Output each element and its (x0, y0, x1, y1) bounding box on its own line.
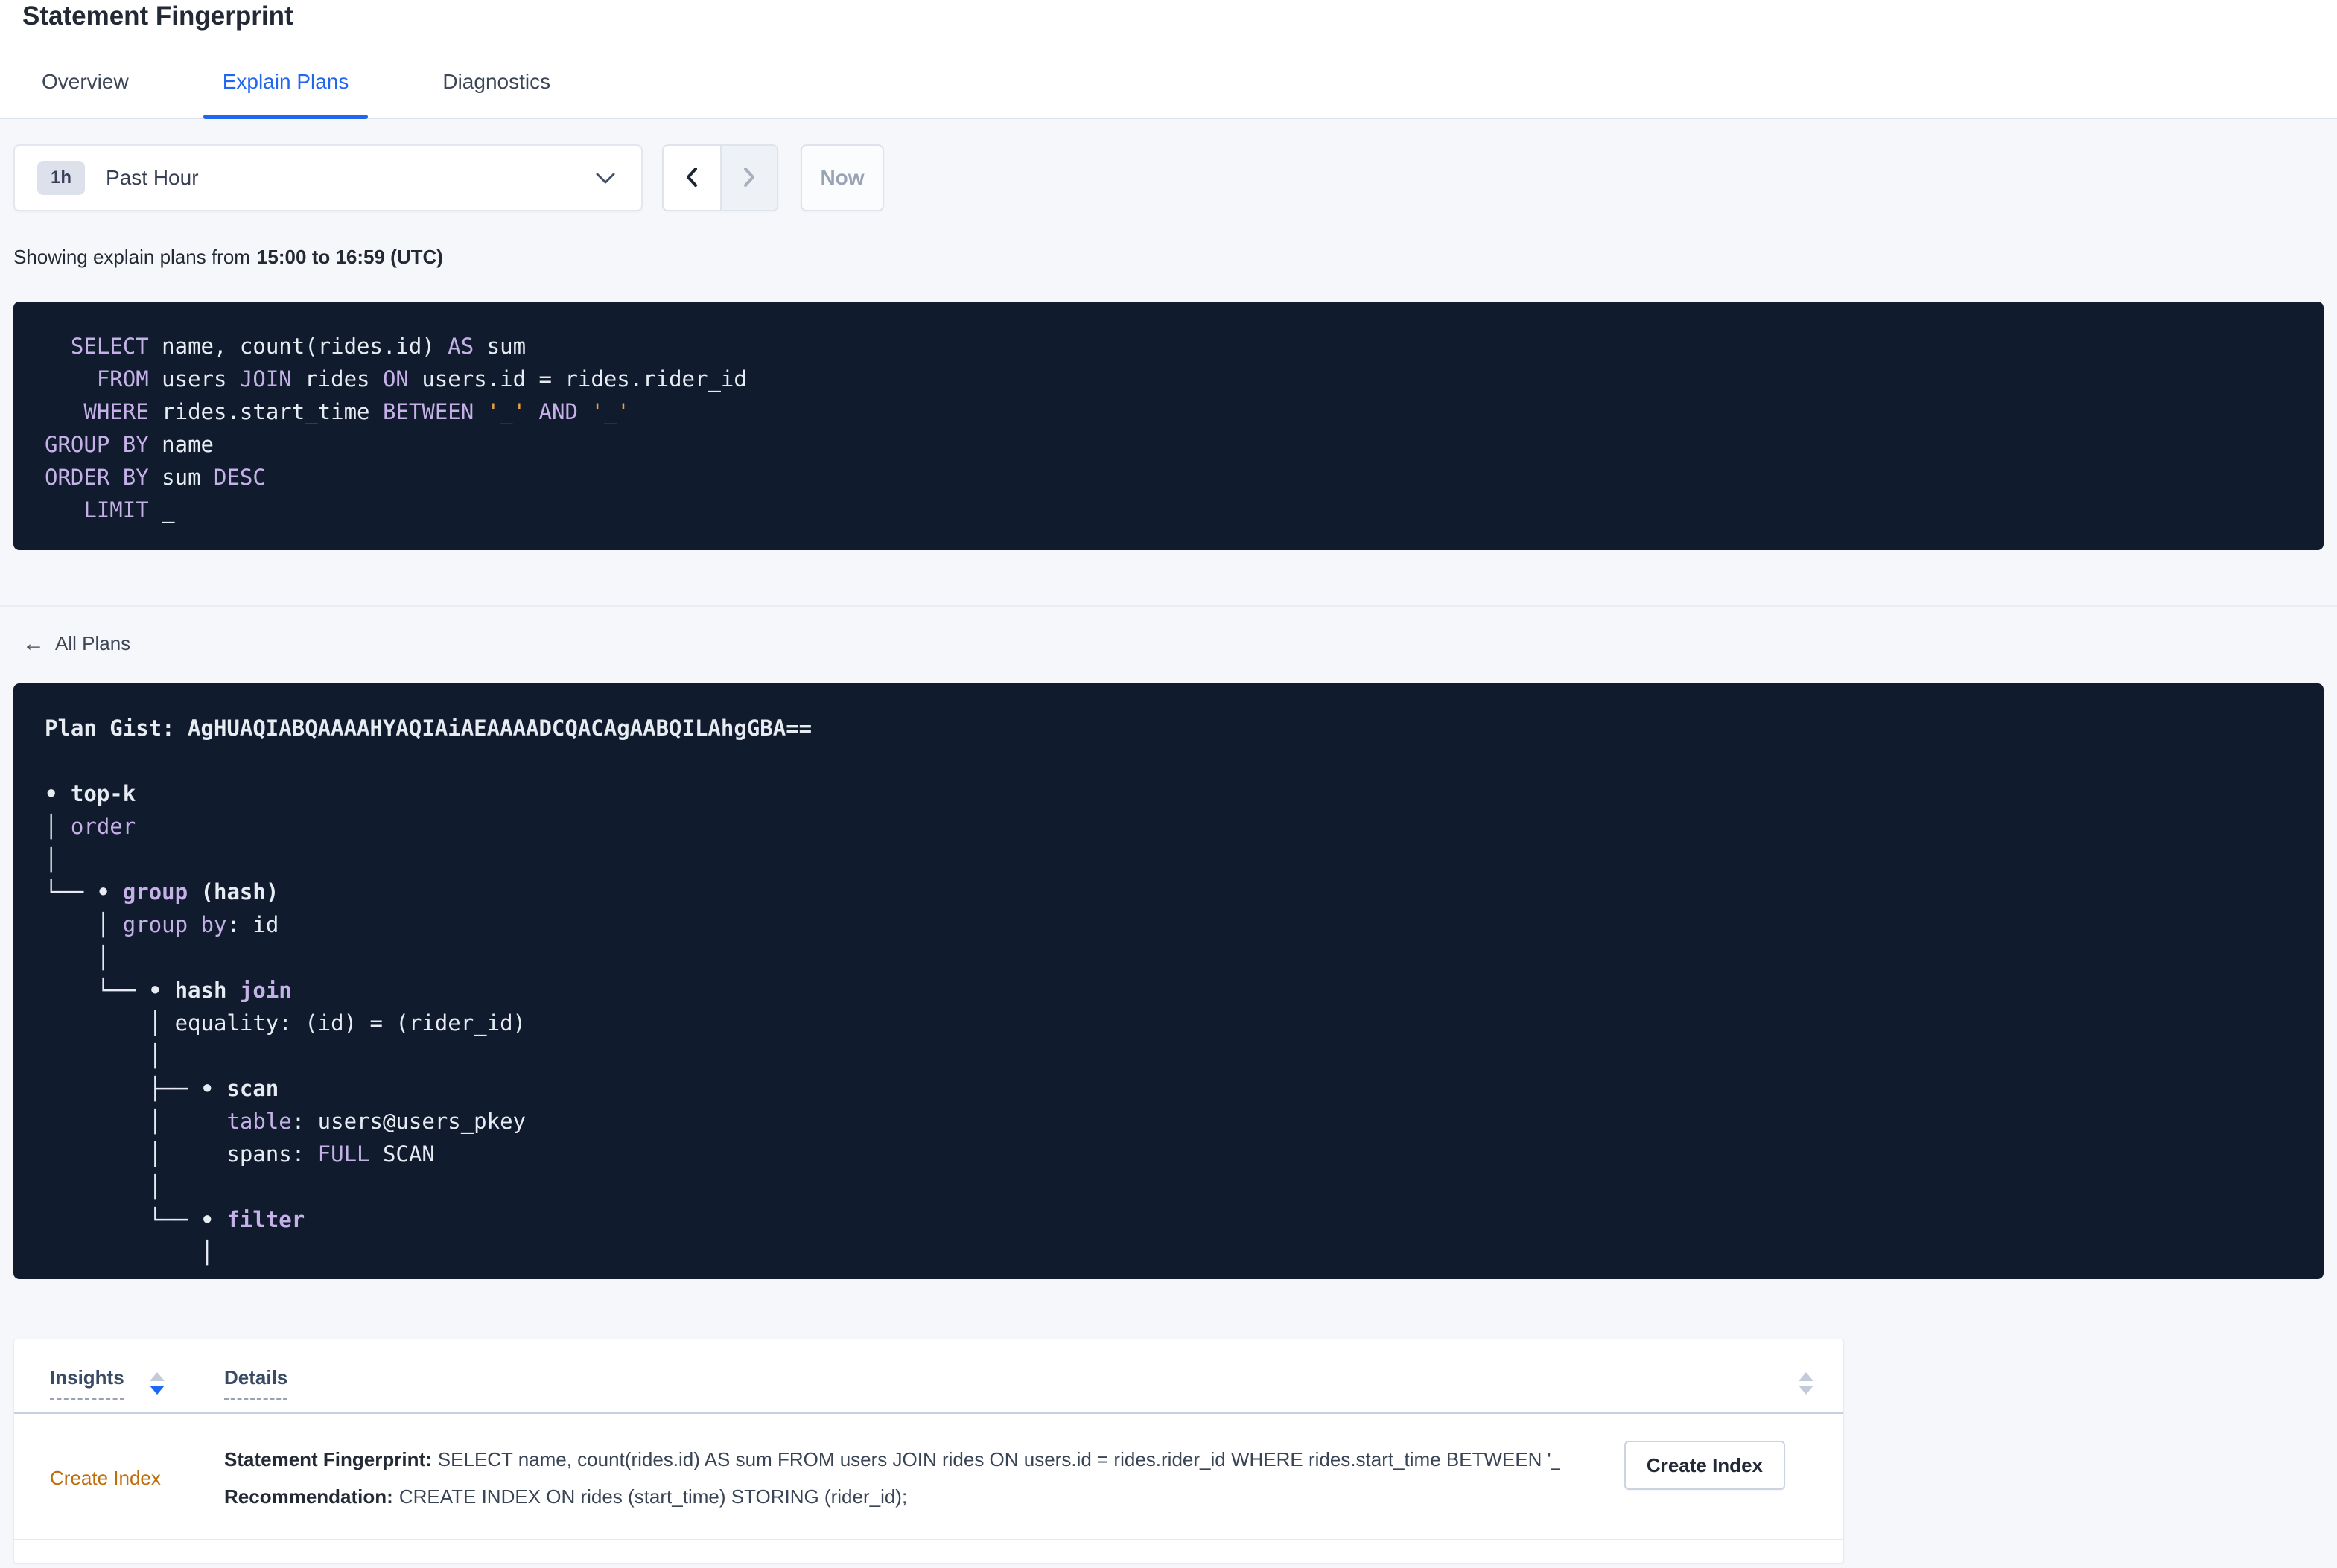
sort-insights-button[interactable] (149, 1372, 165, 1395)
code-line: │ (45, 847, 58, 872)
code-line: │ (45, 1174, 162, 1199)
code-line: GROUP BY name (45, 432, 214, 457)
code-line: └── • group (hash) (45, 879, 279, 905)
code-line: │ (45, 1240, 214, 1265)
statement-fingerprint-line: Statement Fingerprint: SELECT name, count… (224, 1441, 1560, 1478)
plan-code: Plan Gist: AgHUAQIABQAAAAHYAQIAiAEAAAADC… (13, 683, 2324, 1279)
tab-overview[interactable]: Overview (22, 70, 148, 118)
time-range-label: Past Hour (106, 166, 199, 189)
previous-interval-button[interactable] (664, 146, 720, 210)
create-index-button[interactable]: Create Index (1624, 1441, 1785, 1490)
statement-fingerprint-label: Statement Fingerprint: (224, 1448, 432, 1470)
recommendation-text: CREATE INDEX ON rides (start_time) STORI… (398, 1485, 908, 1508)
code-line: WHERE rides.start_time BETWEEN '_' AND '… (83, 399, 630, 424)
code-line: │ spans: FULL SCAN (45, 1141, 435, 1167)
sort-up-icon (149, 1372, 165, 1381)
all-plans-label: All Plans (55, 632, 131, 654)
statement-fingerprint-text: SELECT name, count(rides.id) AS sum FROM… (437, 1448, 1560, 1470)
recommendation-line: Recommendation: CREATE INDEX ON rides (st… (224, 1478, 1560, 1515)
code-line: SELECT name, count(rides.id) AS sum (70, 334, 527, 359)
next-interval-button[interactable] (720, 146, 777, 210)
tab-bar: Overview Explain Plans Diagnostics (22, 70, 2337, 119)
code-line: ORDER BY sum DESC (45, 465, 266, 490)
code-line: │ (45, 945, 110, 970)
insights-column-label: Insights (50, 1366, 124, 1400)
page-title: Statement Fingerprint (22, 1, 293, 31)
card-footer (14, 1540, 1843, 1563)
details-column-label: Details (224, 1366, 288, 1400)
action-cell: Create Index (1560, 1441, 1843, 1515)
chevron-right-icon (742, 166, 757, 191)
code-line: FROM users JOIN rides ON users.id = ride… (96, 366, 747, 392)
showing-prefix: Showing explain plans from (13, 246, 250, 268)
insights-table-header: Insights Details (14, 1339, 1843, 1414)
code-line: ├── • scan (45, 1076, 279, 1101)
code-line: LIMIT _ (83, 497, 175, 523)
time-step-control (662, 144, 778, 211)
create-index-link[interactable]: Create Index (50, 1467, 161, 1489)
code-line: │ order (45, 814, 136, 839)
recommendation-label: Recommendation: (224, 1485, 393, 1508)
all-plans-link[interactable]: ← All Plans (22, 632, 130, 655)
showing-range: 15:00 to 16:59 (UTC) (256, 246, 443, 268)
code-line: │ group by: id (45, 912, 279, 937)
chevron-left-icon (684, 166, 699, 191)
details-cell: Statement Fingerprint: SELECT name, count… (224, 1441, 1560, 1515)
back-arrow-icon: ← (22, 631, 45, 656)
details-column-header: Details (224, 1366, 1813, 1400)
table-row: Create Index Statement Fingerprint: SELEC… (14, 1414, 1843, 1540)
sort-up-icon (1799, 1372, 1813, 1381)
code-line: │ table: users@users_pkey (45, 1109, 527, 1134)
code-line: Plan Gist: AgHUAQIABQAAAAHYAQIAiAEAAAADC… (45, 716, 813, 741)
insights-table-card: Insights Details Create Index Statement … (13, 1339, 1844, 1564)
chevron-down-icon (595, 172, 616, 185)
tab-diagnostics[interactable]: Diagnostics (423, 70, 570, 118)
duration-badge: 1h (37, 161, 86, 195)
time-controls: 1h Past Hour Now (13, 144, 2324, 211)
tab-explain-plans[interactable]: Explain Plans (203, 70, 369, 119)
sort-down-icon (1799, 1386, 1813, 1395)
code-line: • top-k (45, 781, 136, 806)
sort-details-button[interactable] (1799, 1372, 1813, 1395)
code-line: └── • filter (45, 1207, 305, 1232)
time-range-select[interactable]: 1h Past Hour (13, 144, 643, 211)
code-line: │ equality: (id) = (rider_id) (45, 1010, 527, 1036)
sql-code: SELECT name, count(rides.id) AS sum FROM… (13, 302, 2324, 550)
sort-down-icon (149, 1386, 165, 1395)
insights-column-header: Insights (50, 1366, 224, 1400)
showing-range-text: Showing explain plans from 15:00 to 16:59… (13, 246, 2324, 269)
insight-cell: Create Index (50, 1467, 224, 1490)
now-button[interactable]: Now (801, 144, 884, 211)
page-header: Statement Fingerprint Overview Explain P… (0, 0, 2337, 119)
code-line: │ (45, 1043, 162, 1068)
code-line: └── • hash join (45, 978, 292, 1003)
